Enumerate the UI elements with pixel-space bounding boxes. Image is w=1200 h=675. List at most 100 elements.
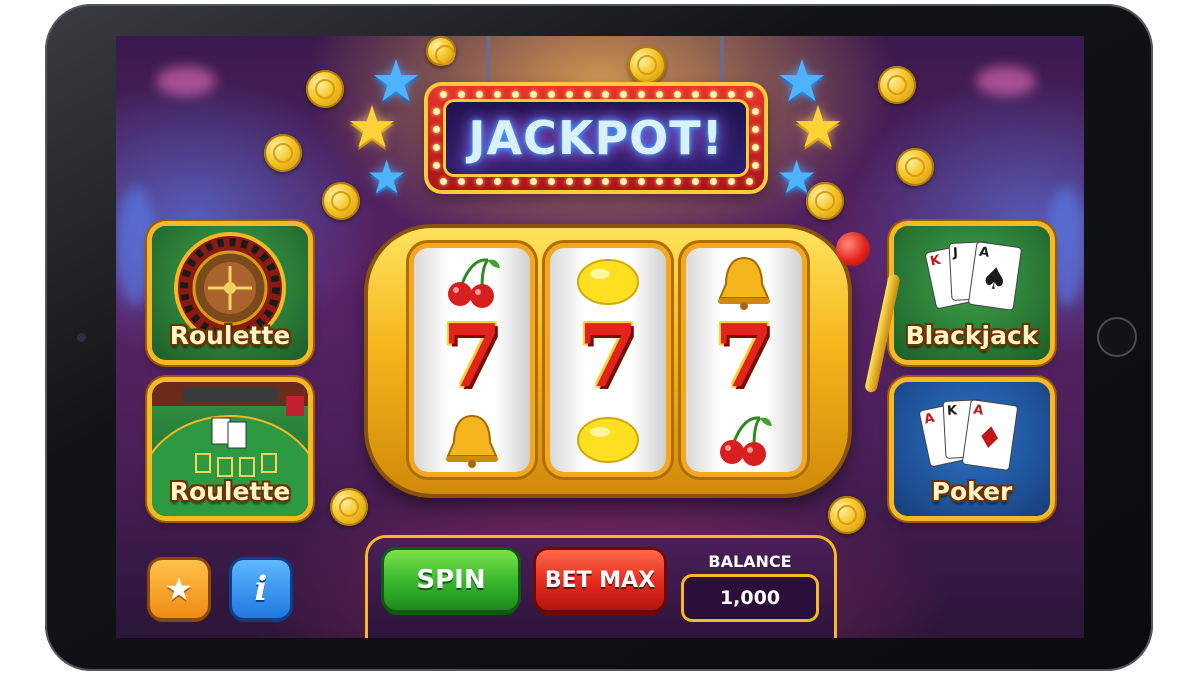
star-icon: ★ — [776, 150, 818, 204]
slot-machine-glow — [1046, 186, 1084, 306]
balance-label: BALANCE — [708, 552, 792, 571]
marquee-bulb — [440, 178, 447, 185]
marquee-bulb — [566, 91, 573, 98]
marquee-bulb — [752, 126, 759, 133]
marquee-bulb — [433, 162, 440, 169]
playing-card: A ♠ — [967, 241, 1023, 311]
marquee-bulb — [476, 91, 483, 98]
game-tile-roulette[interactable]: Roulette — [152, 226, 308, 360]
marquee-bulb — [752, 108, 759, 115]
marquee-bulb — [746, 178, 753, 185]
star-icon: ★ — [366, 150, 408, 204]
sign-hanger — [720, 36, 724, 86]
balance-value: 1,000 — [684, 577, 816, 619]
slot-machine-glow — [116, 186, 156, 306]
reel-symbol-seven: 7 — [714, 306, 774, 407]
slot-machine: 7 7 7 — [368, 228, 848, 494]
marquee-bulb — [752, 144, 759, 151]
coin-icon — [426, 36, 456, 66]
marquee-bulb — [620, 91, 627, 98]
star-icon: ★ — [346, 93, 398, 161]
coin-icon — [628, 46, 666, 84]
game-tile-blackjack[interactable]: K J A ♠ Blackjack — [894, 226, 1050, 360]
bet-max-button[interactable]: BET MAX — [536, 550, 664, 610]
marquee-bulb — [638, 91, 645, 98]
favorite-button[interactable]: ★ — [150, 560, 208, 618]
marquee-bulb — [602, 91, 609, 98]
marquee-bulb — [566, 178, 573, 185]
game-tile-card-table[interactable]: Roulette — [152, 382, 308, 516]
marquee-bulb — [433, 126, 440, 133]
marquee-bulb — [752, 162, 759, 169]
jackpot-sign: JACKPOT! — [428, 86, 764, 190]
reel-3: 7 — [686, 248, 802, 472]
home-button[interactable] — [1097, 317, 1137, 357]
bell-icon — [718, 256, 770, 310]
marquee-bulb — [458, 91, 465, 98]
marquee-bulb — [494, 91, 501, 98]
tile-label: Roulette — [169, 477, 291, 506]
spade-icon: ♠ — [978, 260, 1011, 299]
info-button[interactable]: i — [232, 560, 290, 618]
lemon-icon — [577, 417, 639, 463]
reel-2: 7 — [550, 248, 666, 472]
marquee-bulb — [512, 91, 519, 98]
info-icon: i — [254, 569, 268, 609]
marquee-bulb — [674, 178, 681, 185]
star-icon: ★ — [164, 570, 194, 608]
coin-icon — [896, 148, 934, 186]
coin-icon — [264, 134, 302, 172]
marquee-bulb — [494, 178, 501, 185]
marquee-bulb — [584, 178, 591, 185]
coin-icon — [306, 70, 344, 108]
marquee-bulb — [692, 178, 699, 185]
cherries-icon — [720, 416, 772, 466]
front-camera — [77, 333, 86, 342]
lemon-icon — [577, 259, 639, 305]
ceiling-light — [156, 66, 216, 96]
cherries-icon — [448, 258, 500, 308]
marquee-bulb — [602, 178, 609, 185]
marquee-bulb — [433, 144, 440, 151]
marquee-bulb — [512, 178, 519, 185]
marquee-bulb — [710, 91, 717, 98]
spin-button[interactable]: SPIN — [384, 550, 518, 610]
playing-card: A ♦ — [961, 398, 1019, 472]
marquee-bulb — [584, 91, 591, 98]
tile-label: Roulette — [169, 321, 291, 350]
reel-symbol-seven: 7 — [442, 306, 502, 407]
jackpot-title: JACKPOT! — [468, 111, 724, 165]
marquee-bulb — [548, 178, 555, 185]
marquee-bulb — [476, 178, 483, 185]
reel-symbol-seven: 7 — [578, 306, 638, 407]
bell-icon — [446, 414, 498, 468]
star-icon: ★ — [792, 93, 844, 161]
coin-icon — [322, 182, 360, 220]
marquee-bulb — [433, 108, 440, 115]
marquee-bulb — [746, 91, 753, 98]
marquee-bulb — [638, 178, 645, 185]
diamond-icon: ♦ — [973, 419, 1006, 458]
marquee-bulb — [656, 91, 663, 98]
tile-label: Poker — [931, 477, 1013, 506]
marquee-bulb — [530, 91, 537, 98]
coin-icon — [878, 66, 916, 104]
marquee-bulb — [710, 178, 717, 185]
marquee-bulb — [728, 178, 735, 185]
tile-label: Blackjack — [905, 321, 1039, 350]
lever-knob[interactable] — [836, 232, 870, 266]
marquee-bulb — [728, 91, 735, 98]
ceiling-light — [976, 66, 1036, 96]
game-tile-poker[interactable]: A K A ♦ Poker — [894, 382, 1050, 516]
marquee-bulb — [674, 91, 681, 98]
marquee-bulb — [440, 91, 447, 98]
marquee-bulb — [692, 91, 699, 98]
reel-1: 7 — [414, 248, 530, 472]
marquee-bulb — [620, 178, 627, 185]
coin-icon — [828, 496, 866, 534]
marquee-bulb — [530, 178, 537, 185]
marquee-bulb — [458, 178, 465, 185]
marquee-bulb — [656, 178, 663, 185]
game-screen: ★ ★ ★ ★ ★ ★ JACKPOT! Roulette Roulette K… — [116, 36, 1084, 638]
coin-icon — [330, 488, 368, 526]
